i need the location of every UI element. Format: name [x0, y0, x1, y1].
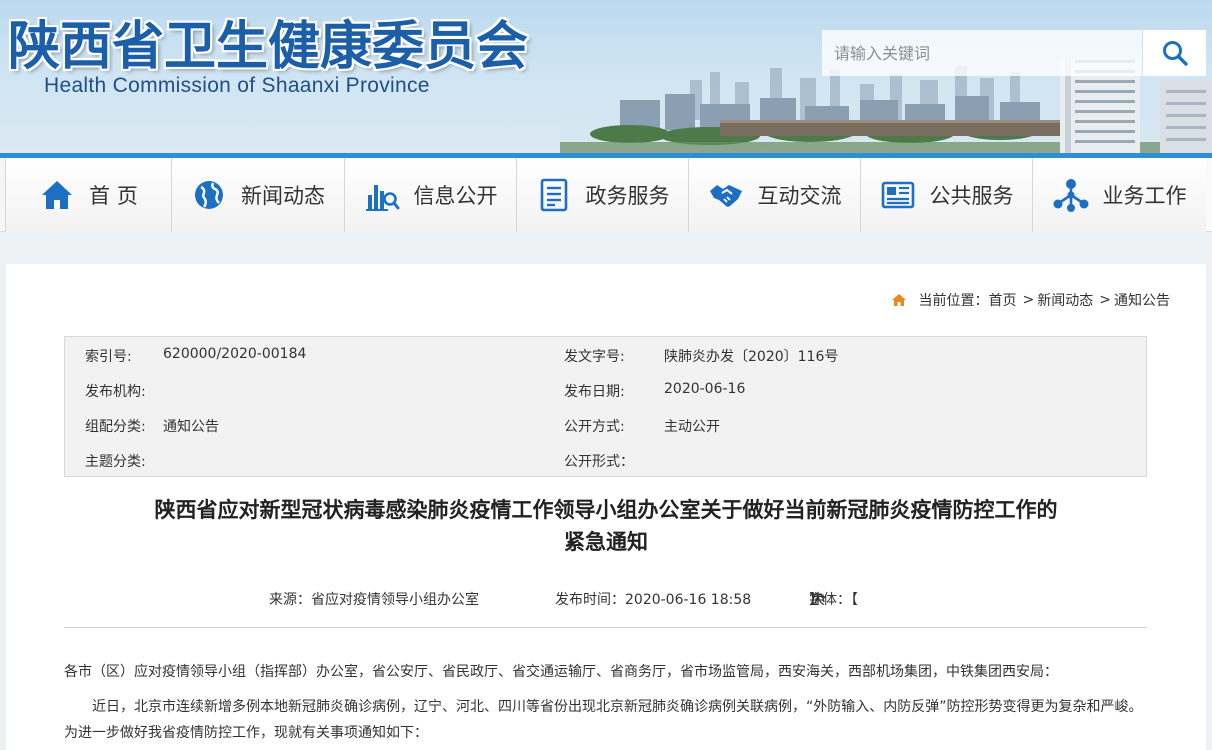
nav-item-label: 新闻动态 — [241, 184, 325, 208]
nav-item-label: 公共服务 — [929, 184, 1014, 208]
meta-topic-label: 主题分类: — [85, 454, 146, 470]
breadcrumb-link-home[interactable]: 首页 — [989, 290, 1017, 310]
network-icon — [1053, 177, 1089, 213]
meta-index-value: 620000/2020-00184 — [163, 346, 307, 362]
article-title-line2: 紧急通知 — [564, 530, 648, 554]
breadcrumb-home-icon — [891, 294, 906, 306]
font-size-bracket-close: 】 — [809, 592, 823, 608]
globe-icon — [191, 177, 227, 213]
search-input[interactable] — [822, 30, 1142, 76]
article-panel: 当前位置： 首页 > 新闻动态 > 通知公告 索引号: 620000/2020-… — [6, 264, 1206, 750]
site-header: 陕西省卫生健康委员会 Health Commission of Shaanxi … — [0, 0, 1212, 153]
search-button[interactable] — [1143, 30, 1206, 76]
site-title-en: Health Commission of Shaanxi Province — [44, 74, 430, 97]
meta-row: 索引号: 620000/2020-00184 发文字号: 陕肺炎办发〔2020〕… — [65, 337, 1146, 372]
article-title: 陕西省应对新型冠状病毒感染肺炎疫情工作领导小组办公室关于做好当前新冠肺炎疫情防控… — [6, 494, 1206, 558]
newspaper-icon — [880, 177, 916, 213]
article-paragraph-2: 近日，北京市连续新增多例本地新冠肺炎确诊病例，辽宁、河北、四川等省份出现北京新冠… — [64, 699, 1143, 741]
meta-row: 发布机构: 发布日期: 2020-06-16 — [65, 372, 1146, 407]
article-paragraph-1: 各市（区）应对疫情领导小组（指挥部）办公室，省公安厅、省民政厅、省交通运输厅、省… — [64, 664, 1058, 680]
nav-item-business-work[interactable]: 业务工作 — [1033, 158, 1206, 232]
nav-item-label: 政务服务 — [585, 184, 670, 208]
meta-date-value: 2020-06-16 — [664, 381, 746, 397]
nav-item-label: 首 页 — [89, 184, 138, 208]
meta-index-label: 索引号: — [85, 349, 132, 365]
meta-doc-no-label: 发文字号: — [564, 349, 625, 365]
document-icon — [536, 177, 572, 213]
nav-item-label: 信息公开 — [413, 184, 498, 208]
nav-item-interaction[interactable]: 互动交流 — [689, 158, 861, 232]
breadcrumb-separator: > — [1022, 292, 1035, 308]
breadcrumb-separator: > — [1099, 292, 1111, 308]
home-icon — [39, 177, 75, 213]
meta-date-label: 发布日期: — [564, 384, 625, 400]
article-title-line1: 陕西省应对新型冠状病毒感染肺炎疫情工作领导小组办公室关于做好当前新冠肺炎疫情防控… — [154, 498, 1058, 522]
article-publish-time: 发布时间：2020-06-16 18:58 — [555, 592, 752, 608]
meta-category-value: 通知公告 — [163, 419, 219, 435]
main-nav: 首 页 新闻动态 信息公开 政务服务 互动交流 公共服务 业务工作 — [0, 158, 1212, 232]
breadcrumb-link-notices[interactable]: 通知公告 — [1114, 290, 1170, 310]
document-meta-table: 索引号: 620000/2020-00184 发文字号: 陕肺炎办发〔2020〕… — [64, 336, 1147, 477]
nav-item-label: 业务工作 — [1102, 184, 1187, 208]
site-title-cn: 陕西省卫生健康委员会 — [8, 16, 529, 77]
breadcrumb: 当前位置： 首页 > 新闻动态 > 通知公告 — [891, 290, 1170, 310]
meta-open-mode-label: 公开方式: — [564, 419, 625, 435]
article-divider — [64, 627, 1147, 628]
search-icon — [1162, 41, 1188, 66]
meta-category-label: 组配分类: — [85, 419, 146, 435]
article-source: 来源：省应对疫情领导小组办公室 — [269, 592, 479, 608]
meta-publisher-label: 发布机构: — [85, 384, 146, 400]
nav-item-info-disclosure[interactable]: 信息公开 — [345, 158, 517, 232]
nav-item-label: 互动交流 — [757, 184, 842, 208]
nav-item-public-services[interactable]: 公共服务 — [861, 158, 1033, 232]
meta-doc-no-value: 陕肺炎办发〔2020〕116号 — [664, 349, 839, 365]
nav-item-news[interactable]: 新闻动态 — [172, 158, 345, 232]
article-info-bar: 来源：省应对疫情领导小组办公室 发布时间：2020-06-16 18:58 字体… — [6, 589, 1206, 609]
chart-search-icon — [364, 177, 400, 213]
meta-open-mode-value: 主动公开 — [664, 419, 720, 435]
nav-item-home[interactable]: 首 页 — [6, 158, 172, 232]
meta-row: 主题分类: 公开形式： — [65, 442, 1146, 477]
handshake-icon — [708, 177, 744, 213]
breadcrumb-link-news[interactable]: 新闻动态 — [1037, 290, 1093, 310]
meta-open-form-label: 公开形式： — [564, 454, 634, 470]
nav-item-gov-services[interactable]: 政务服务 — [517, 158, 689, 232]
meta-row: 组配分类: 通知公告 公开方式: 主动公开 — [65, 407, 1146, 442]
breadcrumb-prefix: 当前位置： — [918, 293, 989, 309]
